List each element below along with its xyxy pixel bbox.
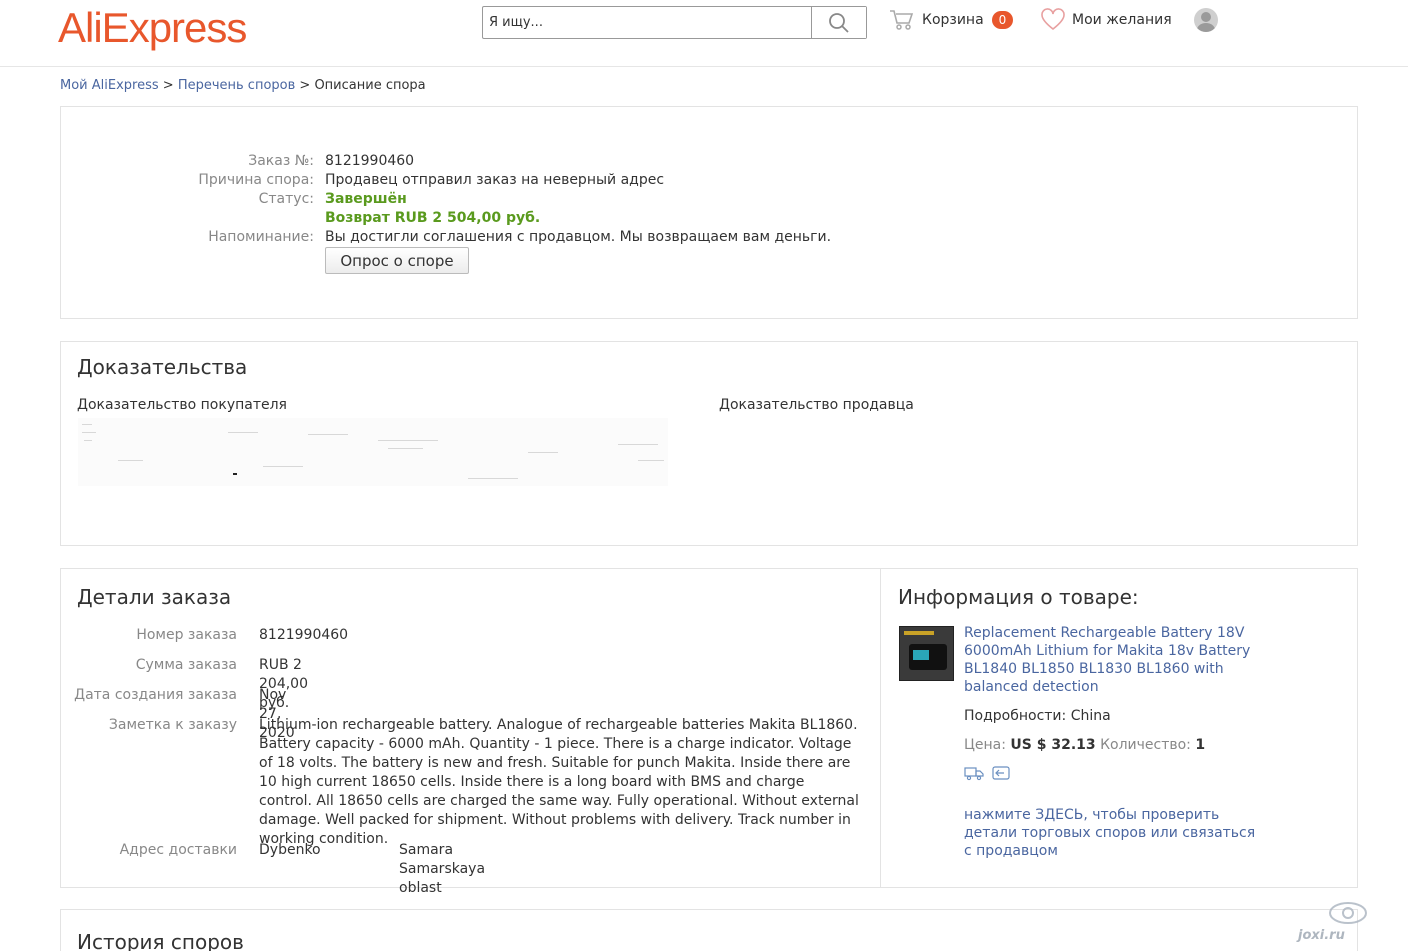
top-header: AliExpress Корзина 0 Мои желания <box>0 0 1408 67</box>
wishlist-label: Мои желания <box>1072 12 1172 28</box>
order-detail-label: Номер заказа <box>136 627 237 643</box>
price-value: US $ 32.13 <box>1010 737 1096 753</box>
order-details-title: Детали заказа <box>77 585 232 609</box>
breadcrumb-current: Описание спора <box>314 78 426 93</box>
reminder-label: Напоминание: <box>208 229 314 245</box>
dispute-history-title: История споров <box>77 930 244 951</box>
wishlist-link[interactable]: Мои желания <box>1040 8 1172 32</box>
quantity-label: Количество: <box>1100 737 1191 753</box>
order-number-label: Заказ №: <box>248 153 314 169</box>
product-thumbnail[interactable] <box>899 626 954 681</box>
cart-label: Корзина <box>922 12 984 28</box>
breadcrumb: Мой AliExpress > Перечень споров > Описа… <box>60 78 426 93</box>
reminder-value: Вы достигли соглашения с продавцом. Мы в… <box>325 229 832 245</box>
shipping-truck-icon[interactable] <box>964 765 984 781</box>
product-info-title: Информация о товаре: <box>898 585 1139 609</box>
eye-icon <box>1329 902 1367 924</box>
breadcrumb-separator: > <box>295 78 315 93</box>
product-name-link[interactable]: Replacement Rechargeable Battery 18V 600… <box>964 624 1254 696</box>
status-label: Статус: <box>258 191 314 207</box>
product-price-row: Цена: US $ 32.13 Количество: 1 <box>964 737 1205 753</box>
dispute-reason-label: Причина спора: <box>198 172 314 188</box>
breadcrumb-dispute-list[interactable]: Перечень споров <box>178 78 295 93</box>
refund-value: Возврат RUB 2 504,00 руб. <box>325 210 541 226</box>
shipping-name-value: Dybenko <box>259 842 321 858</box>
dispute-summary-panel: Заказ №: 8121990460 Причина спора: Прода… <box>60 106 1358 319</box>
product-details-label: Подробности: <box>964 708 1067 724</box>
breadcrumb-my-aliexpress[interactable]: Мой AliExpress <box>60 78 159 93</box>
dispute-survey-button[interactable]: Опрос о споре <box>325 247 469 274</box>
breadcrumb-separator: > <box>158 78 178 93</box>
search-input[interactable] <box>483 7 811 38</box>
product-details-value: China <box>1070 708 1111 724</box>
search-bar <box>482 6 867 39</box>
order-note-value: Lithium-ion rechargeable battery. Analog… <box>259 717 859 847</box>
heart-icon <box>1041 8 1065 31</box>
seller-evidence-label: Доказательство продавца <box>719 397 914 413</box>
quantity-value: 1 <box>1195 737 1206 753</box>
aliexpress-logo[interactable]: AliExpress <box>58 4 247 52</box>
search-icon <box>829 12 849 33</box>
product-details-row: Подробности: China <box>964 708 1111 724</box>
buyer-evidence-image[interactable] <box>78 418 668 486</box>
user-avatar[interactable] <box>1194 8 1218 32</box>
screenshot-watermark: joxi.ru <box>1296 898 1404 948</box>
panel-divider <box>880 569 881 887</box>
return-box-icon[interactable] <box>991 765 1011 781</box>
dispute-reason-value: Продавец отправил заказ на неверный адре… <box>325 172 665 188</box>
cart-link[interactable]: Корзина 0 <box>888 8 1014 32</box>
buyer-evidence-label: Доказательство покупателя <box>77 397 287 413</box>
evidence-title: Доказательства <box>77 355 248 379</box>
evidence-panel: Доказательства Доказательство покупателя… <box>60 341 1358 546</box>
order-details-panel: Детали заказа Номер заказа 8121990460 Су… <box>60 568 1358 896</box>
order-detail-label: Адрес доставки <box>119 842 237 858</box>
watermark-text: joxi.ru <box>1298 928 1345 943</box>
search-button[interactable] <box>811 7 866 38</box>
cart-count-badge: 0 <box>991 11 1014 29</box>
order-number-value: 8121990460 <box>325 153 415 169</box>
order-detail-label: Заметка к заказу <box>108 717 237 733</box>
order-detail-label: Сумма заказа <box>135 657 237 673</box>
order-detail-value: 8121990460 <box>259 627 349 643</box>
order-detail-label: Дата создания заказа <box>74 687 237 703</box>
status-value: Завершён <box>325 191 407 207</box>
price-label: Цена: <box>964 737 1006 753</box>
cart-icon <box>890 10 914 30</box>
shipping-region-value: Samara Samarskaya oblast <box>399 842 486 896</box>
dispute-history-panel: История споров <box>60 909 1358 951</box>
dispute-help-link[interactable]: нажмите ЗДЕСЬ, чтобы проверить детали то… <box>964 806 1264 860</box>
